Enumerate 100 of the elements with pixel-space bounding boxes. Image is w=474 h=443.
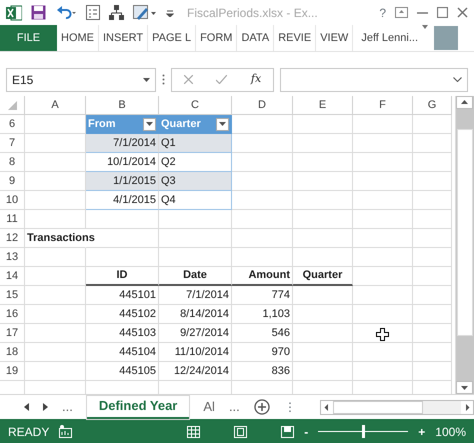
- scroll-up-icon[interactable]: [456, 96, 473, 109]
- table-cell-text: 445101: [119, 288, 156, 303]
- zoom-slider-thumb[interactable]: [362, 425, 366, 438]
- customize-caret-icon[interactable]: [166, 8, 174, 16]
- empty-cell: [413, 267, 452, 286]
- empty-cell: [353, 210, 413, 229]
- empty-cell: [353, 153, 413, 172]
- table-cell-text: 970: [272, 344, 290, 360]
- table-cell-text: 445105: [119, 364, 156, 379]
- row-header[interactable]: 14: [0, 267, 25, 286]
- table-cell-text: 445102: [119, 306, 156, 322]
- column-header[interactable]: A: [25, 96, 86, 115]
- empty-cell: [353, 191, 413, 210]
- row-header[interactable]: 8: [0, 153, 25, 172]
- undo-icon[interactable]: [55, 6, 77, 20]
- column-header[interactable]: B: [86, 96, 159, 115]
- table-cell-text: Q2: [161, 154, 176, 170]
- picture-edit-icon[interactable]: [133, 4, 157, 20]
- zoom-level[interactable]: 100%: [435, 422, 466, 440]
- ribbon-tab[interactable]: FORM: [196, 25, 238, 51]
- scroll-thumb[interactable]: [457, 129, 473, 336]
- row-header[interactable]: 17: [0, 324, 25, 343]
- ribbon-tab[interactable]: INSERT: [99, 25, 148, 51]
- normal-view-icon[interactable]: [187, 426, 200, 438]
- empty-cell: [232, 210, 293, 229]
- row-header[interactable]: 11: [0, 210, 25, 229]
- scroll-thumb[interactable]: [332, 400, 423, 414]
- caret-icon[interactable]: [422, 25, 428, 29]
- row-header[interactable]: 18: [0, 343, 25, 362]
- scroll-right-icon[interactable]: [461, 400, 473, 414]
- scroll-down-icon[interactable]: [456, 381, 473, 394]
- table-header-cell-text: From: [88, 116, 116, 132]
- ribbon-tab[interactable]: REVIE: [274, 25, 316, 51]
- maximize-icon[interactable]: [437, 7, 448, 18]
- formula-input[interactable]: [280, 68, 468, 92]
- empty-cell: [413, 248, 452, 267]
- status-text: READY: [8, 424, 50, 440]
- ribbon-display-icon[interactable]: [395, 7, 408, 18]
- add-sheet-icon[interactable]: [254, 399, 270, 415]
- table-cell-text: 11/10/2014: [174, 344, 229, 360]
- page-break-icon[interactable]: [281, 426, 294, 438]
- ribbon-tab[interactable]: HOME: [57, 25, 99, 51]
- zoom-out-button[interactable]: -: [304, 422, 308, 440]
- empty-cell: [353, 248, 413, 267]
- file-tab[interactable]: FILE: [0, 25, 57, 51]
- row-header[interactable]: 16: [0, 305, 25, 324]
- form-icon[interactable]: [86, 5, 100, 20]
- name-box[interactable]: E15: [6, 68, 156, 92]
- column-header[interactable]: G: [413, 96, 452, 115]
- table-cell-text: 9/27/2014: [180, 326, 229, 341]
- sheet-title: Transactions: [27, 230, 95, 246]
- vertical-scrollbar[interactable]: [455, 96, 474, 394]
- scroll-left-icon[interactable]: [320, 400, 333, 414]
- empty-cell: [353, 134, 413, 153]
- close-icon[interactable]: [457, 7, 468, 18]
- ribbon-tab[interactable]: DATA: [237, 25, 274, 51]
- row-header[interactable]: 19: [0, 362, 25, 381]
- help-button[interactable]: ?: [379, 4, 386, 22]
- empty-cell: [353, 286, 413, 305]
- hierarchy-icon[interactable]: [109, 5, 124, 20]
- ribbon-tab[interactable]: VIEW: [316, 25, 354, 51]
- row-header[interactable]: 12: [0, 229, 25, 248]
- caret-icon: [146, 122, 153, 126]
- column-header[interactable]: D: [232, 96, 293, 115]
- insert-function-button[interactable]: fx: [250, 71, 262, 88]
- horizontal-scrollbar[interactable]: [320, 400, 474, 414]
- zoom-in-button[interactable]: +: [418, 422, 426, 440]
- column-header[interactable]: C: [159, 96, 232, 115]
- avatar-photo-placeholder: [434, 26, 458, 50]
- caret-icon[interactable]: [143, 78, 150, 82]
- table-cell-text: 445104: [119, 344, 156, 360]
- row-header[interactable]: 10: [0, 191, 25, 210]
- row-header[interactable]: 9: [0, 172, 25, 191]
- filter-button[interactable]: [143, 118, 156, 130]
- empty-cell: [413, 191, 452, 210]
- row-header[interactable]: 7: [0, 134, 25, 153]
- scroll-left-icon[interactable]: [24, 403, 29, 411]
- macro-record-icon[interactable]: [59, 425, 72, 438]
- row-header[interactable]: 15: [0, 286, 25, 305]
- splitter-handle[interactable]: ⋮: [284, 398, 296, 416]
- save-icon[interactable]: [31, 5, 46, 20]
- empty-cell: [413, 115, 452, 134]
- empty-cell: [413, 153, 452, 172]
- empty-cell: [293, 210, 353, 229]
- table-cell-text: 774: [272, 288, 290, 303]
- column-header[interactable]: E: [293, 96, 353, 115]
- sheet-tab[interactable]: Defined Year: [86, 396, 190, 418]
- enter-check-icon[interactable]: [216, 75, 228, 84]
- column-header[interactable]: F: [353, 96, 413, 115]
- ribbon-tab[interactable]: PAGE L: [148, 25, 196, 51]
- scroll-right-icon[interactable]: [43, 403, 48, 411]
- row-header[interactable]: 13: [0, 248, 25, 267]
- chevron-down-icon[interactable]: [453, 77, 462, 82]
- empty-cell: [413, 210, 452, 229]
- empty-cell: [353, 362, 413, 381]
- table-cell-text: 4/1/2015: [113, 192, 156, 208]
- user-menu[interactable]: Jeff Lenni...: [357, 25, 422, 51]
- filter-button[interactable]: [216, 118, 229, 130]
- page-layout-icon[interactable]: [234, 426, 248, 438]
- row-header[interactable]: 6: [0, 115, 25, 134]
